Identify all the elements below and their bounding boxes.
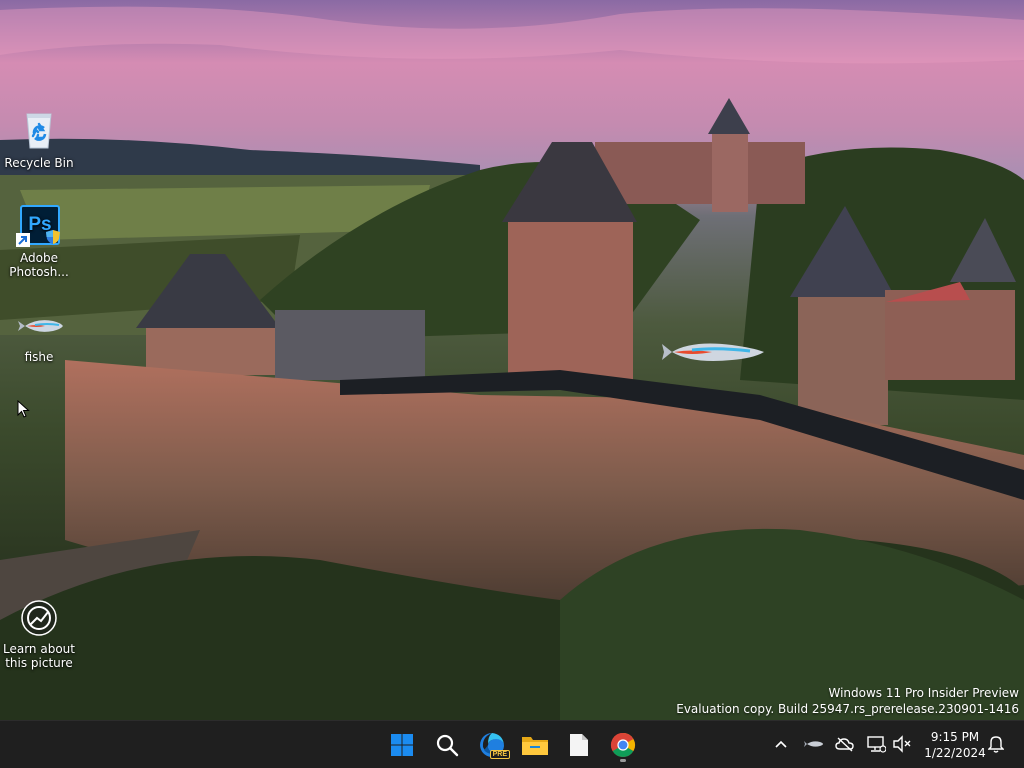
recycle-bin-icon [17,108,61,152]
folder-icon [522,737,548,755]
shield-icon [46,230,60,244]
notepad-icon [570,734,588,756]
edge-preview-button[interactable]: PRE [474,727,510,763]
onedrive-tray-button[interactable] [834,733,856,755]
desktop[interactable]: Recycle Bin Ps Adobe Photosh... fishe Le… [0,0,1024,720]
clock-button[interactable]: 9:15 PM 1/22/2024 [918,729,992,761]
learn-about-picture-icon [21,600,57,636]
file-explorer-button[interactable] [517,727,553,763]
network-tray-button[interactable] [865,733,887,755]
windows-watermark: Windows 11 Pro Insider Preview Evaluatio… [676,685,1019,717]
chevron-up-icon [775,740,787,748]
fishe-desktop-icon[interactable]: fishe [1,312,77,364]
recycle-bin-label: Recycle Bin [4,156,74,170]
watermark-build: Evaluation copy. Build 25947.rs_prerelea… [676,702,1019,716]
search-icon [436,734,459,757]
shortcut-arrow-icon [16,233,30,247]
fish-icon [17,312,63,340]
notifications-button[interactable] [985,733,1007,755]
chrome-button[interactable] [605,727,641,763]
start-button[interactable] [384,727,420,763]
watermark-edition: Windows 11 Pro Insider Preview [828,686,1019,700]
fishe-tray-button[interactable] [803,733,825,755]
cloud-offline-icon [835,737,854,752]
taskbar: PRE 9:15 PM 1/22/2024 [0,720,1024,768]
chrome-running-indicator [620,759,626,762]
learn-about-picture-desktop-icon[interactable]: Learn about this picture [1,600,77,670]
notification-bell-icon [988,736,1004,753]
photoshop-desktop-icon[interactable]: Ps Adobe Photosh... [1,203,77,279]
windows-start-icon [391,734,413,756]
photoshop-label: Adobe Photosh... [9,251,69,279]
fish-tray-icon [804,741,823,747]
clock-date: 1/22/2024 [924,746,986,760]
wallpaper-castle-image [0,0,1024,720]
chrome-icon [610,733,636,758]
photoshop-icon: Ps [16,203,61,247]
recycle-bin-desktop-icon[interactable]: Recycle Bin [1,108,77,170]
mouse-cursor-icon [17,400,30,418]
volume-tray-button[interactable] [891,733,913,755]
clock-time: 9:15 PM [930,730,980,744]
volume-muted-icon [893,735,911,753]
notepad-button[interactable] [561,727,597,763]
edge-preview-badge: PRE [489,750,510,759]
learn-about-picture-label: Learn about this picture [3,642,75,670]
fishe-label: fishe [24,350,54,364]
show-hidden-icons-button[interactable] [770,733,792,755]
search-button[interactable] [429,727,465,763]
network-icon [867,736,886,753]
